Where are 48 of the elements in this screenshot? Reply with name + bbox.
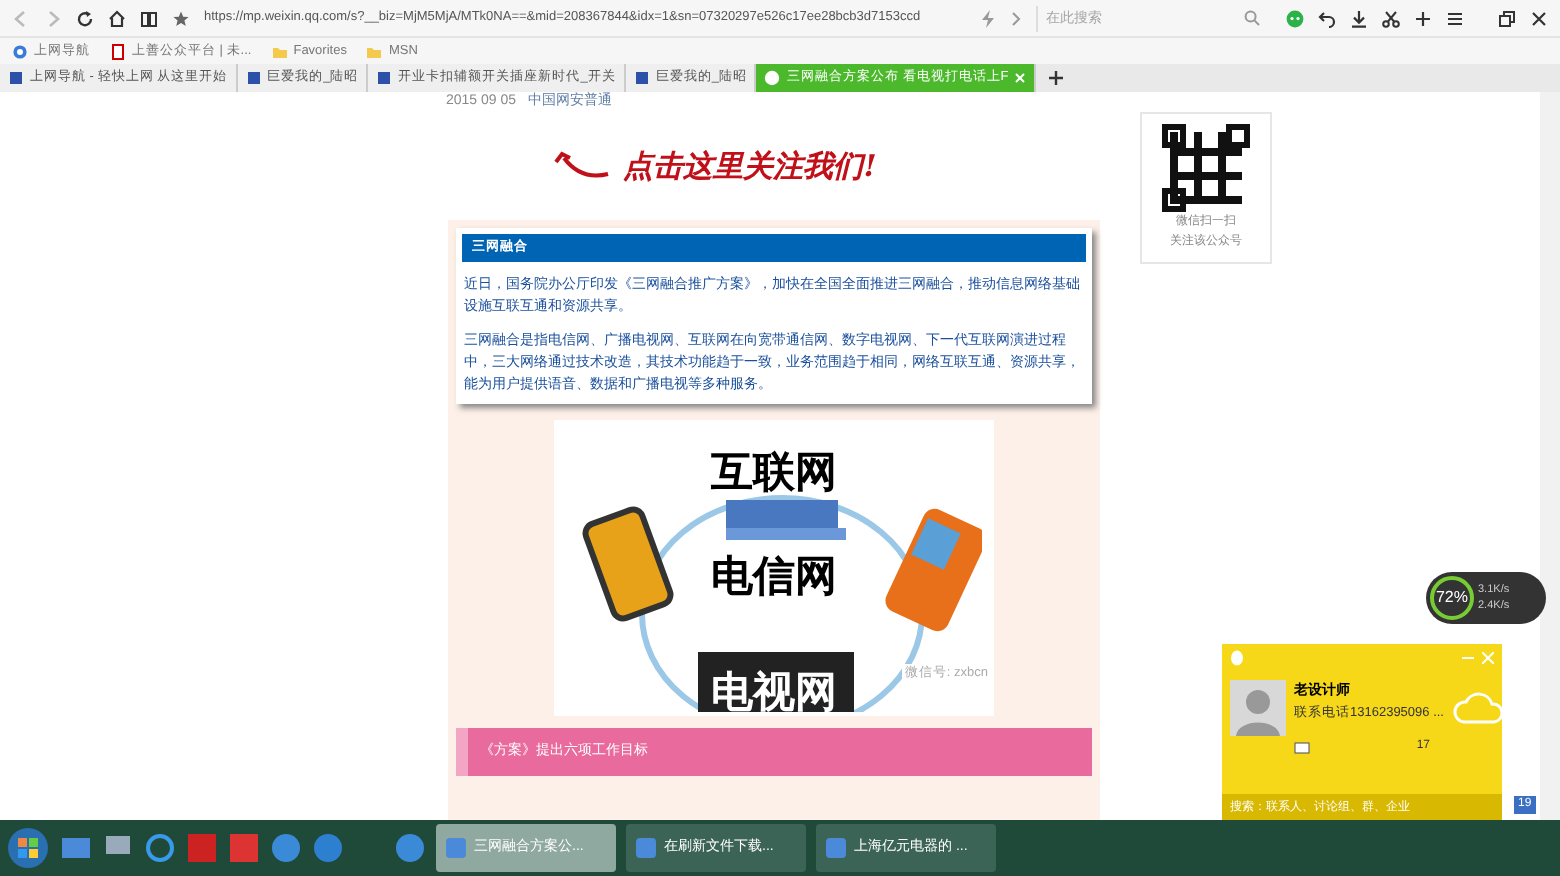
page-icon xyxy=(245,70,262,86)
illustration-label: 电视网 xyxy=(711,664,837,716)
avatar-icon xyxy=(1230,680,1286,736)
app-icon[interactable] xyxy=(144,832,176,864)
search-icon[interactable] xyxy=(1244,10,1260,26)
close-icon xyxy=(1014,72,1027,84)
scrollbar[interactable] xyxy=(1540,92,1560,820)
back-icon[interactable] xyxy=(12,9,30,27)
page-icon xyxy=(110,43,126,59)
scissors-icon[interactable] xyxy=(1382,9,1400,27)
curved-arrow-icon xyxy=(551,150,612,182)
illustration-label: 互联网 xyxy=(711,444,837,500)
plus-icon[interactable] xyxy=(1414,9,1432,27)
app-icon[interactable] xyxy=(186,832,218,864)
chevron-icon[interactable] xyxy=(1010,9,1022,27)
mail-icon xyxy=(1294,741,1310,753)
cloud-icon xyxy=(1452,690,1504,726)
globe-icon xyxy=(12,43,28,59)
app-icon[interactable] xyxy=(312,832,344,864)
restore-icon[interactable] xyxy=(1498,9,1516,27)
follow-hint: 点击这里关注我们! xyxy=(623,145,877,188)
star-icon[interactable] xyxy=(172,9,190,27)
app-icon[interactable] xyxy=(394,832,426,864)
book-icon[interactable] xyxy=(140,9,158,27)
illustration-label: 电信网 xyxy=(711,548,837,604)
new-tab-icon[interactable] xyxy=(1048,70,1065,86)
page-icon xyxy=(376,70,393,86)
window-icon xyxy=(444,836,468,860)
folder-icon xyxy=(271,43,288,59)
start-icon[interactable] xyxy=(6,826,50,870)
window-icon xyxy=(634,836,658,860)
menu-icon[interactable] xyxy=(1446,9,1464,27)
folder-icon xyxy=(366,43,383,59)
app-icon[interactable] xyxy=(270,832,302,864)
page-icon xyxy=(8,70,24,86)
download-icon[interactable] xyxy=(1350,9,1368,27)
forward-icon[interactable] xyxy=(44,9,62,27)
lightning-icon[interactable] xyxy=(980,9,996,27)
refresh-icon[interactable] xyxy=(76,9,94,27)
qr-code-icon xyxy=(1162,124,1250,212)
page-icon xyxy=(633,70,650,86)
home-icon[interactable] xyxy=(108,9,126,27)
close-icon[interactable] xyxy=(1530,9,1548,27)
cpu-percent: 72% xyxy=(1430,576,1474,620)
undo-icon[interactable] xyxy=(1318,9,1336,27)
window-icon xyxy=(824,836,848,860)
app-icon[interactable] xyxy=(60,832,92,864)
app-icon[interactable] xyxy=(228,832,260,864)
